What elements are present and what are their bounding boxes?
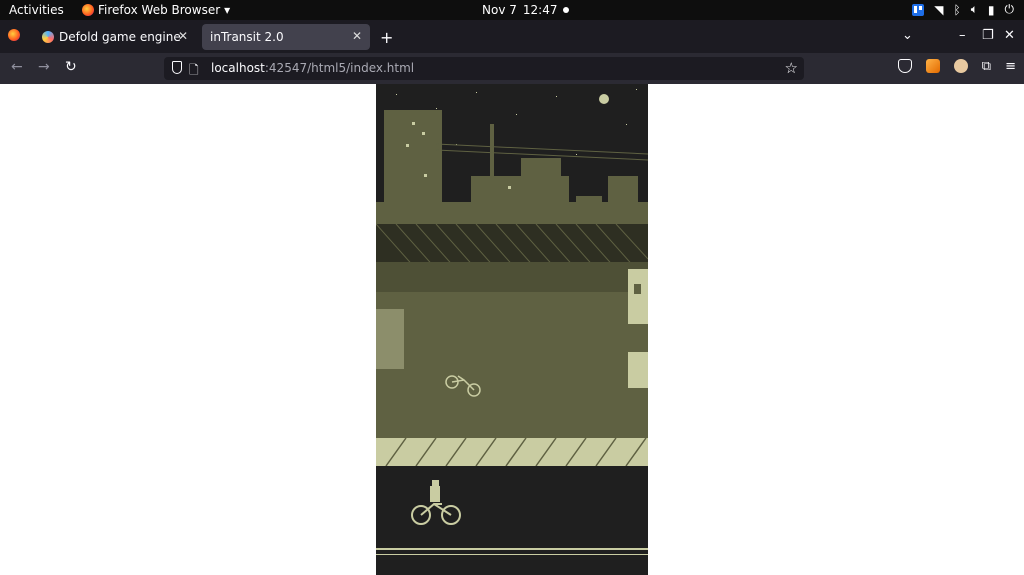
tab-strip: Defold game engine foru inTransit 2.0 ✕ … bbox=[0, 20, 1024, 53]
url-bar[interactable]: 🗋︎ localhost:42547/html5/index.html ☆ bbox=[164, 57, 804, 80]
navigation-bar: ← → ↻ 🗋︎ localhost:42547/html5/index.htm… bbox=[0, 53, 1024, 84]
url-path: :42547/html5/index.html bbox=[264, 61, 415, 75]
extension-icon[interactable] bbox=[925, 59, 940, 73]
tab-label: Defold game engine foru bbox=[59, 30, 181, 44]
cyclist-head bbox=[432, 480, 439, 486]
road-line bbox=[376, 554, 648, 555]
power-icon[interactable]: ⏻ bbox=[1005, 2, 1015, 17]
trello-icon[interactable] bbox=[912, 3, 925, 16]
clock-date: Nov 7 bbox=[482, 3, 517, 17]
app-menu[interactable]: Firefox Web Browser ▾ bbox=[82, 3, 230, 17]
restore-icon[interactable]: ❐ bbox=[982, 28, 994, 43]
page-info-icon[interactable]: 🗋︎ bbox=[189, 61, 199, 82]
road-line bbox=[376, 548, 648, 550]
back-icon[interactable]: ← bbox=[11, 59, 23, 75]
list-all-tabs-icon[interactable]: ⌄ bbox=[902, 28, 913, 43]
house-right bbox=[628, 269, 648, 324]
pocket-icon[interactable] bbox=[897, 59, 912, 73]
close-tab-icon[interactable]: ✕ bbox=[352, 29, 362, 43]
house-left bbox=[376, 309, 404, 369]
reload-icon[interactable]: ↻ bbox=[65, 59, 77, 75]
fence-gate bbox=[628, 352, 648, 388]
menu-icon[interactable]: ≡ bbox=[1005, 59, 1016, 74]
url-text[interactable]: localhost:42547/html5/index.html bbox=[211, 61, 414, 75]
defold-favicon-icon bbox=[42, 31, 54, 43]
tab-label: inTransit 2.0 bbox=[210, 30, 284, 44]
star-icon[interactable]: ☆ bbox=[785, 59, 798, 77]
system-tray[interactable]: ◥ ᛒ 🔈︎ ▮ ⏻ bbox=[912, 2, 1014, 17]
tab-defold-forum[interactable]: Defold game engine foru bbox=[34, 24, 200, 50]
clock[interactable]: Nov 7 12:47 bbox=[482, 3, 570, 17]
bluetooth-icon[interactable]: ᛒ bbox=[953, 3, 960, 17]
wifi-icon[interactable]: ◥ bbox=[934, 3, 943, 17]
volume-icon[interactable]: 🔈︎ bbox=[971, 2, 978, 17]
clock-time: 12:47 bbox=[522, 3, 558, 17]
shield-icon[interactable] bbox=[172, 61, 182, 74]
field-shadow bbox=[376, 262, 648, 292]
system-top-bar: Activities Firefox Web Browser ▾ Nov 7 1… bbox=[0, 0, 1024, 20]
new-tab-button[interactable]: + bbox=[380, 28, 393, 47]
game-canvas[interactable] bbox=[376, 84, 648, 575]
notification-dot-icon bbox=[563, 7, 570, 13]
minimize-icon[interactable]: – bbox=[959, 28, 966, 43]
chevron-down-icon: ▾ bbox=[224, 3, 231, 17]
game-scene bbox=[376, 84, 648, 575]
firefox-icon bbox=[82, 4, 94, 16]
battery-icon[interactable]: ▮ bbox=[988, 3, 995, 17]
page-content bbox=[0, 84, 1024, 575]
url-host: localhost bbox=[211, 61, 265, 75]
activities-button[interactable]: Activities bbox=[9, 3, 64, 17]
app-menu-label: Firefox Web Browser bbox=[98, 3, 221, 17]
moon-icon bbox=[599, 94, 609, 104]
sidewalk bbox=[376, 438, 648, 466]
extension-icon[interactable] bbox=[953, 59, 968, 73]
close-tab-icon[interactable]: ✕ bbox=[178, 29, 188, 43]
extensions-icon[interactable]: ⧉ bbox=[982, 59, 991, 74]
close-window-icon[interactable]: ✕ bbox=[1004, 28, 1015, 43]
tab-intransit[interactable]: inTransit 2.0 ✕ bbox=[202, 24, 370, 50]
forward-icon[interactable]: → bbox=[38, 59, 50, 75]
cyclist-body bbox=[430, 486, 440, 502]
firefox-icon[interactable] bbox=[8, 29, 20, 41]
road bbox=[376, 466, 648, 575]
toolbar-icons: ⧉ ≡ bbox=[897, 59, 1016, 74]
